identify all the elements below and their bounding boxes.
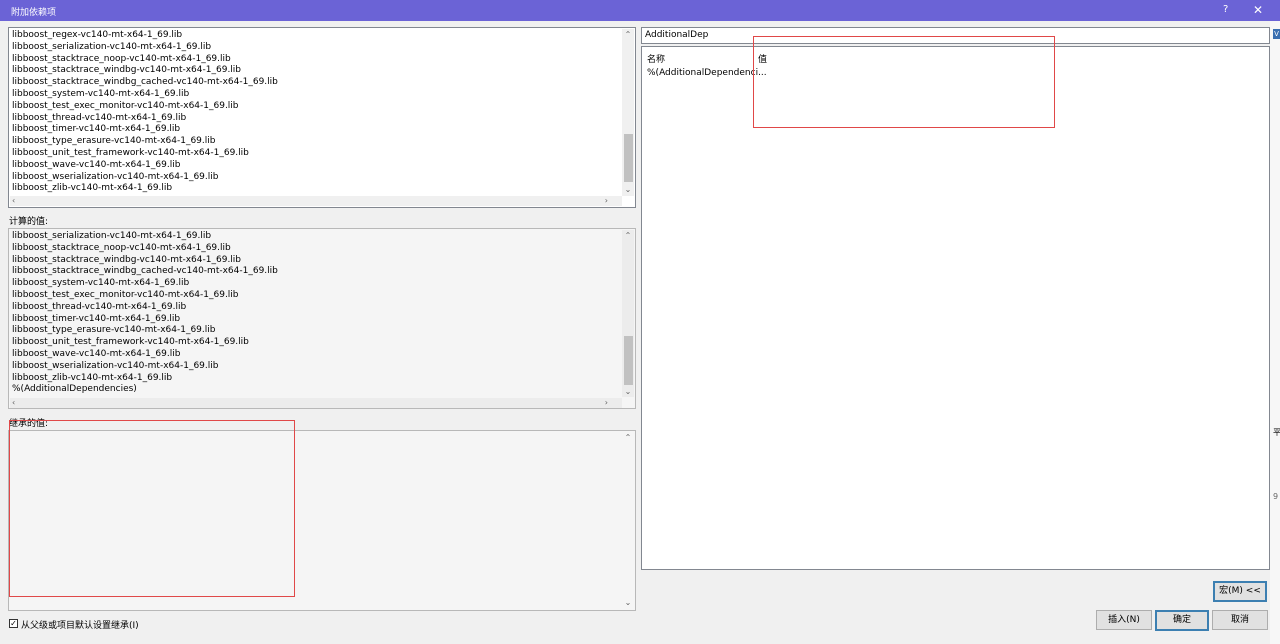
macro-search-value: AdditionalDep: [645, 30, 709, 40]
inherited-list[interactable]: ⌃ ⌄: [8, 430, 636, 611]
right-edge-badge: V: [1273, 29, 1280, 39]
column-header-value[interactable]: 值: [758, 52, 767, 65]
list-item[interactable]: %(AdditionalDependencies): [12, 384, 278, 396]
list-item[interactable]: libboost_regex-vc140-mt-x64-1_69.lib: [12, 30, 278, 42]
list-item[interactable]: libboost_system-vc140-mt-x64-1_69.lib: [12, 278, 278, 290]
macro-row-name: %(AdditionalDependenci...: [647, 68, 767, 78]
list-item[interactable]: libboost_stacktrace_windbg_cached-vc140-…: [12, 77, 278, 89]
list-item[interactable]: libboost_unit_test_framework-vc140-mt-x6…: [12, 148, 278, 160]
list-item[interactable]: libboost_serialization-vc140-mt-x64-1_69…: [12, 231, 278, 243]
column-header-name[interactable]: 名称: [647, 52, 665, 65]
list-item[interactable]: libboost_stacktrace_windbg_cached-vc140-…: [12, 266, 278, 278]
input-items: libboost_regex-vc140-mt-x64-1_69.lib libb…: [12, 30, 278, 195]
window-title: 附加依赖项: [11, 8, 57, 18]
macro-grid[interactable]: 名称 值 %(AdditionalDependenci...: [641, 46, 1270, 570]
input-hscroll[interactable]: ‹ ›: [10, 196, 622, 206]
list-item[interactable]: libboost_wserialization-vc140-mt-x64-1_6…: [12, 361, 278, 373]
inherited-vscroll[interactable]: ⌃ ⌄: [622, 432, 634, 609]
scroll-right-icon[interactable]: ›: [605, 196, 608, 206]
list-item[interactable]: libboost_thread-vc140-mt-x64-1_69.lib: [12, 302, 278, 314]
scroll-up-icon[interactable]: ⌃: [622, 230, 634, 242]
evaluated-label: 计算的值:: [9, 217, 49, 227]
list-item[interactable]: libboost_wserialization-vc140-mt-x64-1_6…: [12, 172, 278, 184]
evaluated-items: libboost_serialization-vc140-mt-x64-1_69…: [12, 231, 278, 396]
evaluated-hscroll[interactable]: ‹ ›: [10, 398, 622, 408]
list-item[interactable]: libboost_timer-vc140-mt-x64-1_69.lib: [12, 314, 278, 326]
help-button[interactable]: ?: [1223, 4, 1228, 15]
list-item[interactable]: libboost_test_exec_monitor-vc140-mt-x64-…: [12, 290, 278, 302]
list-item[interactable]: libboost_stacktrace_noop-vc140-mt-x64-1_…: [12, 243, 278, 255]
list-item[interactable]: libboost_stacktrace_windbg-vc140-mt-x64-…: [12, 65, 278, 77]
left-edge-strip: [0, 21, 6, 644]
title-bar: 附加依赖项 ? ✕: [0, 0, 1280, 21]
inherit-checkbox[interactable]: ✓: [9, 619, 18, 628]
scroll-left-icon[interactable]: ‹: [12, 398, 15, 408]
scroll-up-icon[interactable]: ⌃: [622, 432, 634, 444]
scroll-up-icon[interactable]: ⌃: [622, 29, 634, 41]
list-item[interactable]: libboost_stacktrace_noop-vc140-mt-x64-1_…: [12, 54, 278, 66]
list-item[interactable]: libboost_timer-vc140-mt-x64-1_69.lib: [12, 124, 278, 136]
scroll-down-icon[interactable]: ⌄: [622, 597, 634, 609]
scroll-thumb[interactable]: [624, 134, 633, 182]
inherited-label: 继承的值:: [9, 419, 49, 429]
macro-toggle-button[interactable]: 宏(M) <<: [1213, 581, 1267, 602]
right-edge-strip: [1270, 21, 1280, 644]
list-item[interactable]: libboost_thread-vc140-mt-x64-1_69.lib: [12, 113, 278, 125]
macro-search-input[interactable]: AdditionalDep: [641, 27, 1270, 44]
list-item[interactable]: libboost_test_exec_monitor-vc140-mt-x64-…: [12, 101, 278, 113]
list-item[interactable]: libboost_type_erasure-vc140-mt-x64-1_69.…: [12, 325, 278, 337]
input-vscroll[interactable]: ⌃ ⌄: [622, 29, 634, 196]
evaluated-vscroll[interactable]: ⌃ ⌄: [622, 230, 634, 397]
list-item[interactable]: libboost_wave-vc140-mt-x64-1_69.lib: [12, 349, 278, 361]
list-item[interactable]: libboost_wave-vc140-mt-x64-1_69.lib: [12, 160, 278, 172]
scroll-down-icon[interactable]: ⌄: [622, 386, 634, 398]
evaluated-list[interactable]: libboost_serialization-vc140-mt-x64-1_69…: [8, 228, 636, 409]
list-item[interactable]: libboost_unit_test_framework-vc140-mt-x6…: [12, 337, 278, 349]
macro-row[interactable]: %(AdditionalDependenci...: [647, 68, 767, 78]
list-item[interactable]: libboost_zlib-vc140-mt-x64-1_69.lib: [12, 373, 278, 385]
list-item[interactable]: libboost_system-vc140-mt-x64-1_69.lib: [12, 89, 278, 101]
scroll-left-icon[interactable]: ‹: [12, 196, 15, 206]
right-edge-text: 平: [1273, 428, 1280, 437]
right-edge-text-2: 9: [1273, 492, 1279, 501]
cancel-button[interactable]: 取消: [1212, 610, 1268, 630]
insert-button[interactable]: 插入(N): [1096, 610, 1152, 630]
dependencies-input-list[interactable]: libboost_regex-vc140-mt-x64-1_69.lib libb…: [8, 27, 636, 208]
close-icon[interactable]: ✕: [1253, 3, 1263, 17]
inherit-checkbox-label[interactable]: 从父级或项目默认设置继承(I): [21, 618, 139, 631]
scroll-thumb[interactable]: [624, 336, 633, 385]
list-item[interactable]: libboost_type_erasure-vc140-mt-x64-1_69.…: [12, 136, 278, 148]
list-item[interactable]: libboost_serialization-vc140-mt-x64-1_69…: [12, 42, 278, 54]
scroll-right-icon[interactable]: ›: [605, 398, 608, 408]
scroll-down-icon[interactable]: ⌄: [622, 184, 634, 196]
list-item[interactable]: libboost_zlib-vc140-mt-x64-1_69.lib: [12, 183, 278, 195]
list-item[interactable]: libboost_stacktrace_windbg-vc140-mt-x64-…: [12, 255, 278, 267]
ok-button[interactable]: 确定: [1155, 610, 1209, 631]
